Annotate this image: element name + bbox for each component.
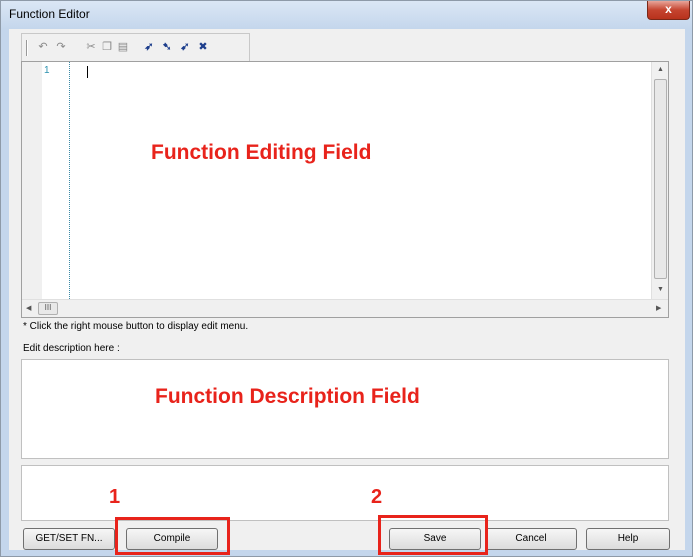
window-title: Function Editor bbox=[9, 7, 90, 21]
bookmark-next-icon[interactable]: ➷ bbox=[160, 40, 174, 54]
horizontal-scrollbar[interactable]: ◀ III ▶ bbox=[22, 299, 668, 317]
vertical-scrollbar[interactable]: ▲ ▼ bbox=[651, 62, 668, 299]
scroll-down-icon[interactable]: ▼ bbox=[657, 286, 664, 293]
redo-icon[interactable]: ↷ bbox=[54, 40, 68, 54]
cancel-button[interactable]: Cancel bbox=[485, 528, 577, 550]
save-highlight-box bbox=[378, 515, 488, 555]
window-frame-bottom bbox=[1, 550, 692, 556]
line-number-area bbox=[42, 62, 70, 299]
help-button[interactable]: Help bbox=[586, 528, 670, 550]
scroll-right-icon[interactable]: ▶ bbox=[656, 304, 661, 312]
text-caret bbox=[87, 66, 88, 78]
description-label: Edit description here : bbox=[23, 343, 120, 354]
editing-field-annotation: Function Editing Field bbox=[151, 141, 372, 164]
edit-menu-hint: * Click the right mouse button to displa… bbox=[23, 321, 249, 332]
function-editor-window: Function Editor x ↶ ↷ ✂ ❐ ▤ ➶ ➷ ➹ ✖ 1 ▲ … bbox=[0, 0, 693, 557]
bookmark-prev-icon[interactable]: ➹ bbox=[178, 40, 192, 54]
vertical-scroll-thumb[interactable] bbox=[654, 79, 667, 279]
fold-margin bbox=[69, 62, 70, 299]
window-frame-right bbox=[685, 29, 692, 556]
bookmark-toggle-icon[interactable]: ➶ bbox=[142, 40, 156, 54]
close-button[interactable]: x bbox=[647, 1, 690, 20]
toolbar-grip[interactable] bbox=[26, 40, 28, 56]
title-bar[interactable]: Function Editor x bbox=[1, 1, 692, 29]
description-field-annotation: Function Description Field bbox=[155, 385, 420, 408]
editor-gutter bbox=[22, 62, 42, 299]
compile-highlight-box bbox=[115, 517, 230, 555]
cut-icon[interactable]: ✂ bbox=[84, 40, 98, 54]
undo-icon[interactable]: ↶ bbox=[36, 40, 50, 54]
copy-icon[interactable]: ❐ bbox=[100, 40, 114, 54]
step-marker-1: 1 bbox=[109, 486, 121, 508]
scroll-left-icon[interactable]: ◀ bbox=[26, 304, 31, 312]
step-marker-2: 2 bbox=[371, 486, 383, 508]
paste-icon[interactable]: ▤ bbox=[116, 40, 130, 54]
bookmark-clear-icon[interactable]: ✖ bbox=[196, 40, 210, 54]
window-frame-left bbox=[1, 29, 9, 556]
line-number: 1 bbox=[44, 65, 50, 76]
scroll-up-icon[interactable]: ▲ bbox=[657, 66, 664, 73]
function-editing-field[interactable]: 1 ▲ ▼ ◀ III ▶ bbox=[21, 61, 669, 318]
get-set-fn-button[interactable]: GET/SET FN... bbox=[23, 528, 115, 550]
editor-toolbar: ↶ ↷ ✂ ❐ ▤ ➶ ➷ ➹ ✖ bbox=[21, 33, 250, 61]
horizontal-scroll-thumb[interactable]: III bbox=[38, 302, 58, 315]
function-description-field[interactable] bbox=[21, 359, 669, 459]
